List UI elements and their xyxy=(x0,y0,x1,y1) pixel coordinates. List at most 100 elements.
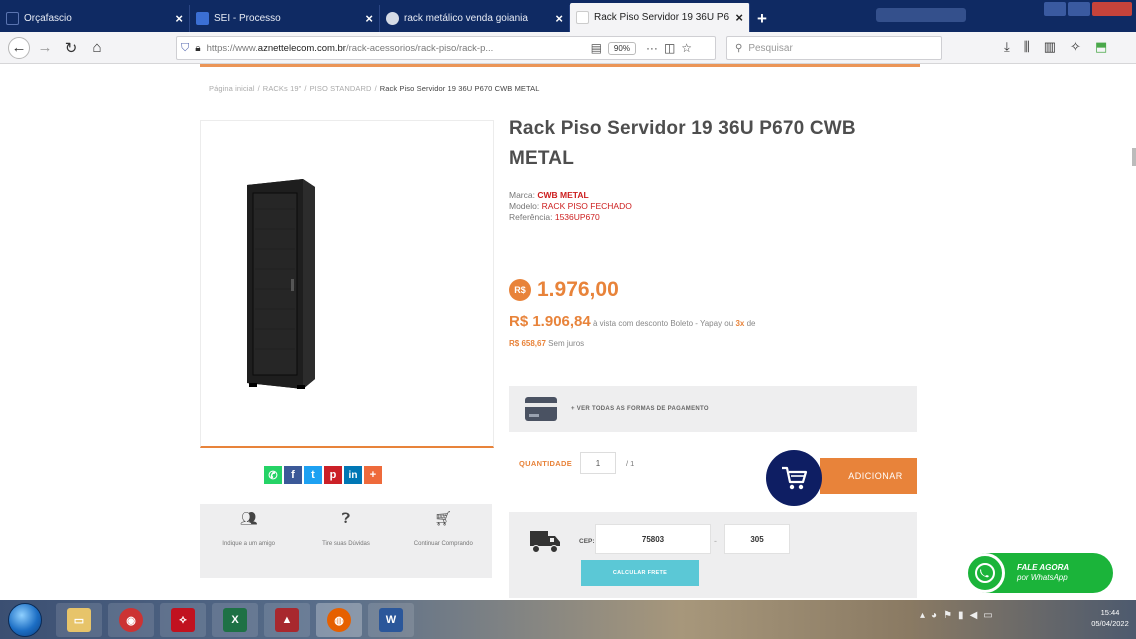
shield-icon[interactable]: ⛉ xyxy=(181,42,189,55)
discount-price: R$ 1.906,84 xyxy=(509,313,591,330)
more-share-icon[interactable]: + xyxy=(364,466,382,484)
share-buttons: ✆ f t p in + xyxy=(264,466,382,484)
taskbar-app-red[interactable]: ▲ xyxy=(264,603,310,637)
breadcrumb-separator: / xyxy=(374,84,377,93)
library-icon[interactable]: ⫼ xyxy=(1024,39,1030,55)
minimize-button[interactable] xyxy=(1044,2,1066,16)
taskbar-clock[interactable]: 15:44 05/04/2022 xyxy=(1090,607,1130,629)
tray-app-icon[interactable]: ◕ xyxy=(931,610,937,621)
address-bar[interactable]: ⛉ 🔒︎ https://www.aznettelecom.com.br/rac… xyxy=(176,36,716,60)
tray-expand-icon[interactable]: ▴ xyxy=(920,610,925,621)
browser-tab-strip: Orçafascio × SEI - Processo × rack metál… xyxy=(0,0,1136,32)
close-window-button[interactable] xyxy=(1092,2,1132,16)
breadcrumb-piso-standard[interactable]: PISO STANDARD xyxy=(310,84,372,93)
extension-icon[interactable]: ✧ xyxy=(1070,39,1081,55)
search-placeholder: Pesquisar xyxy=(748,42,793,54)
whatsapp-chat-button[interactable]: FALE AGORA por WhatsApp xyxy=(965,553,1113,593)
cart-icon[interactable] xyxy=(766,450,822,506)
start-button[interactable] xyxy=(8,603,42,637)
monitor-icon[interactable]: ▭ xyxy=(983,610,992,621)
window-controls xyxy=(1044,2,1132,16)
search-bar[interactable]: ⚲ Pesquisar xyxy=(726,36,942,60)
taskbar-acrobat[interactable]: ⟡ xyxy=(160,603,206,637)
tab-title: Orçafascio xyxy=(24,13,72,24)
whatsapp-icon xyxy=(965,553,1005,593)
back-button[interactable]: ← xyxy=(8,36,30,59)
breadcrumb-separator: / xyxy=(257,84,260,93)
sidebar-icon[interactable]: ▥ xyxy=(1044,39,1056,55)
ask-question-button[interactable]: ❓︎ Tire suas Dúvidas xyxy=(306,510,386,548)
url-prefix: https://www. xyxy=(206,42,258,54)
new-tab-button[interactable]: + xyxy=(750,5,774,32)
price-value: 1.976,00 xyxy=(537,278,619,301)
zoom-level[interactable]: 90% xyxy=(607,41,636,55)
calculate-shipping-button[interactable]: CALCULAR FRETE xyxy=(581,560,699,586)
spec-ref-row: Referência: 1536UP670 xyxy=(509,212,632,223)
model-value: RACK PISO FECHADO xyxy=(541,201,632,211)
quantity-input[interactable]: 1 xyxy=(580,452,616,474)
windows-taskbar: ▭ ◉ ⟡ X ▲ ◍ W ▴ ◕ ⚑ ▮ ◀ ▭ 15:44 05/04/20… xyxy=(0,600,1136,639)
tab-rack-product[interactable]: Rack Piso Servidor 19 36U P670 C × xyxy=(570,3,750,32)
rack-product-image[interactable] xyxy=(241,179,319,389)
close-tab-icon[interactable]: × xyxy=(365,11,373,26)
whatsapp-share-icon[interactable]: ✆ xyxy=(264,466,282,484)
close-tab-icon[interactable]: × xyxy=(735,10,743,25)
linkedin-share-icon[interactable]: in xyxy=(344,466,362,484)
tab-google-search[interactable]: rack metálico venda goiania × xyxy=(380,5,570,32)
taskbar-explorer[interactable]: ▭ xyxy=(56,603,102,637)
view-payment-methods-link[interactable]: + VER TODAS AS FORMAS DE PAGAMENTO xyxy=(571,406,709,412)
pinterest-share-icon[interactable]: p xyxy=(324,466,342,484)
taskbar-chrome[interactable]: ◉ xyxy=(108,603,154,637)
payment-methods-bar[interactable]: + VER TODAS AS FORMAS DE PAGAMENTO xyxy=(509,386,917,432)
volume-icon[interactable]: ◀ xyxy=(970,610,978,621)
bookmark-star-icon[interactable]: ☆ xyxy=(681,41,692,55)
price-currency-badge-icon: R$ xyxy=(509,279,531,301)
extension-green-icon[interactable]: ⬒ xyxy=(1095,39,1107,55)
reload-button[interactable]: ↻ xyxy=(60,37,82,59)
close-tab-icon[interactable]: × xyxy=(175,11,183,26)
twitter-share-icon[interactable]: t xyxy=(304,466,322,484)
tray-flag-icon[interactable]: ⚑ xyxy=(943,610,952,621)
network-icon[interactable]: ▮ xyxy=(958,610,964,621)
clock-date: 05/04/2022 xyxy=(1091,619,1129,628)
facebook-share-icon[interactable]: f xyxy=(284,466,302,484)
blurred-region xyxy=(876,8,966,22)
scrollbar-thumb[interactable] xyxy=(1132,148,1136,166)
page-scrollbar[interactable] xyxy=(1132,64,1136,600)
acrobat-icon: ⟡ xyxy=(171,608,195,632)
action-label: Tire suas Dúvidas xyxy=(322,541,370,547)
reader-view-icon[interactable]: ▤ xyxy=(591,41,602,55)
home-button[interactable]: ⌂ xyxy=(86,37,108,59)
downloads-icon[interactable]: ⤓ xyxy=(1004,39,1010,55)
breadcrumb-separator: / xyxy=(304,84,307,93)
cep-prefix-input[interactable]: 75803 xyxy=(595,524,711,554)
recommend-friend-button[interactable]: 👥︎ Indique a um amigo xyxy=(209,511,289,548)
url-text[interactable]: https://www.aznettelecom.com.br/rack-ace… xyxy=(207,43,587,54)
product-image-panel[interactable] xyxy=(200,120,494,448)
cep-suffix-input[interactable]: 305 xyxy=(724,524,790,554)
firefox-icon: ◍ xyxy=(327,608,351,632)
page-header-strip xyxy=(200,64,920,67)
tab-orcafascio[interactable]: Orçafascio × xyxy=(0,5,190,32)
quantity-label: QUANTIDADE xyxy=(519,458,572,468)
whatsapp-line1: FALE AGORA xyxy=(1017,563,1070,572)
brand-link[interactable]: CWB METAL xyxy=(537,190,588,200)
question-icon: ❓︎ xyxy=(341,510,351,526)
taskbar-word[interactable]: W xyxy=(368,603,414,637)
pocket-icon[interactable]: ◫ xyxy=(664,41,675,55)
forward-button[interactable]: → xyxy=(34,37,56,59)
breadcrumb-home[interactable]: Página inicial xyxy=(209,84,255,93)
close-tab-icon[interactable]: × xyxy=(555,11,563,26)
spec-label: Marca: xyxy=(509,190,535,200)
page-actions-icon[interactable]: ··· xyxy=(646,41,658,55)
breadcrumb-racks[interactable]: RACKs 19" xyxy=(263,84,302,93)
tab-sei-processo[interactable]: SEI - Processo × xyxy=(190,5,380,32)
navigation-toolbar: ← → ↻ ⌂ ⛉ 🔒︎ https://www.aznettelecom.co… xyxy=(0,32,1136,64)
taskbar-excel[interactable]: X xyxy=(212,603,258,637)
taskbar-firefox[interactable]: ◍ xyxy=(316,603,362,637)
maximize-button[interactable] xyxy=(1068,2,1090,16)
truck-icon xyxy=(530,531,560,553)
continue-shopping-button[interactable]: 🛒︎ Continuar Comprando xyxy=(403,511,483,548)
add-to-cart-button[interactable]: ADICIONAR xyxy=(820,458,917,494)
lock-icon[interactable]: 🔒︎ xyxy=(195,43,200,54)
